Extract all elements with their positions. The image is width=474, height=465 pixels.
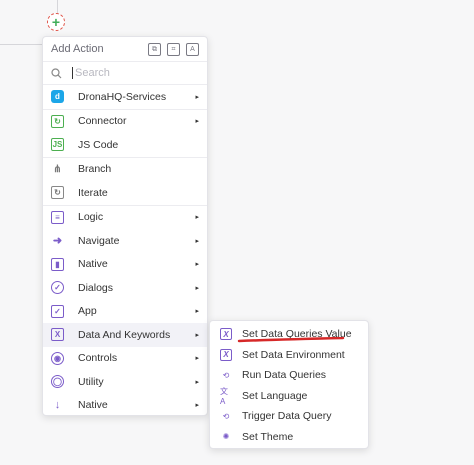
flow-connector-line <box>0 44 44 45</box>
menu-section: ↻ Connector ▸ JS JS Code <box>43 110 207 158</box>
menu-item-js-code[interactable]: JS JS Code <box>43 133 207 157</box>
utility-icon: ◯ <box>51 375 64 389</box>
iterate-icon: ↻ <box>51 186 64 200</box>
menu-item-native[interactable]: ↓ Native ▸ <box>43 394 207 416</box>
plus-icon: + <box>51 14 61 30</box>
add-action-node-button[interactable]: + <box>47 13 65 31</box>
menu-item-label: Connector <box>78 115 127 128</box>
menu-item-iterate[interactable]: ↻ Iterate <box>43 181 207 205</box>
chevron-right-icon: ▸ <box>195 284 199 292</box>
menu-item-label: Native <box>78 258 108 271</box>
js-icon: JS <box>51 138 64 152</box>
menu-header: Add Action ⧉ ⌗ A <box>43 37 207 62</box>
menu-title: Add Action <box>51 43 104 55</box>
menu-item-label: Branch <box>78 163 112 176</box>
menu-item-label: DronaHQ-Services <box>78 90 167 103</box>
menu-item-label: Controls <box>78 352 118 365</box>
data-keywords-icon: X <box>51 328 64 342</box>
menu-item-branch[interactable]: ⋔ Branch <box>43 158 207 182</box>
menu-item-logic[interactable]: ≡ Logic ▸ <box>43 206 207 230</box>
submenu-item-label: Set Theme <box>242 430 294 443</box>
menu-item-native[interactable]: ▮ Native ▸ <box>43 253 207 277</box>
translate-icon: 文A <box>220 386 228 406</box>
download-icon: ↓ <box>54 399 61 412</box>
menu-item-label: JS Code <box>78 138 119 151</box>
menu-item-dialogs[interactable]: ✓ Dialogs ▸ <box>43 276 207 300</box>
menu-item-app[interactable]: ✓ App ▸ <box>43 300 207 324</box>
branch-icon: ⋔ <box>53 163 62 175</box>
menu-item-label: Iterate <box>78 186 108 199</box>
chevron-right-icon: ▸ <box>195 402 199 410</box>
chevron-right-icon: ▸ <box>195 237 199 245</box>
submenu-item-label: Set Language <box>242 389 308 402</box>
logic-icon: ≡ <box>51 210 64 224</box>
controls-icon: ◉ <box>51 351 64 365</box>
submenu-item-trigger-data-query[interactable]: ⟲ Trigger Data Query <box>210 406 368 427</box>
search-icon <box>51 67 62 79</box>
menu-item-label: Data And Keywords <box>78 328 171 341</box>
menu-section: ≡ Logic ▸ ➜ Navigate ▸ ▮ Native ▸ ✓ Dialogs ▸ ✓ App ▸ X… <box>43 206 207 416</box>
chevron-right-icon: ▸ <box>195 261 199 269</box>
connector-icon: ↻ <box>51 114 64 128</box>
search-row <box>43 62 207 85</box>
menu-section: d DronaHQ-Services ▸ <box>43 85 207 110</box>
submenu-item-set-language[interactable]: 文A Set Language <box>210 386 368 407</box>
menu-item-dronahq-services[interactable]: d DronaHQ-Services ▸ <box>43 85 207 109</box>
red-underline-annotation <box>237 337 345 343</box>
menu-item-label: Navigate <box>78 234 120 247</box>
dialogs-icon: ✓ <box>51 281 64 295</box>
menu-item-navigate[interactable]: ➜ Navigate ▸ <box>43 229 207 253</box>
native-icon: ▮ <box>51 257 64 271</box>
text-icon[interactable]: A <box>186 42 199 56</box>
menu-item-label: Utility <box>78 375 104 388</box>
search-input[interactable] <box>72 67 185 79</box>
menu-item-data-and-keywords[interactable]: X Data And Keywords ▸ <box>43 323 207 347</box>
copy-icon[interactable]: ⧉ <box>148 42 161 56</box>
menu-section: ⋔ Branch ↻ Iterate <box>43 158 207 206</box>
chevron-right-icon: ▸ <box>195 378 199 386</box>
chevron-right-icon: ▸ <box>195 214 199 222</box>
add-action-menu: Add Action ⧉ ⌗ A d DronaHQ-Services ▸ ↻ Conn… <box>42 36 208 416</box>
submenu-item-label: Trigger Data Query <box>242 410 332 423</box>
submenu-item-set-theme[interactable]: ✺ Set Theme <box>210 427 368 448</box>
variable-icon: X <box>220 328 232 341</box>
menu-item-label: Native <box>78 399 108 412</box>
menu-item-label: Dialogs <box>78 281 114 294</box>
chevron-right-icon: ▸ <box>195 118 199 126</box>
chevron-right-icon: ▸ <box>195 331 199 339</box>
trigger-query-icon: ⟲ <box>222 411 230 421</box>
navigate-icon: ➜ <box>52 235 63 248</box>
variable-icon: X <box>220 348 232 361</box>
run-query-icon: ⟲ <box>222 370 230 380</box>
app-icon: ✓ <box>51 304 64 318</box>
menu-item-controls[interactable]: ◉ Controls ▸ <box>43 347 207 371</box>
submenu-item-set-data-environment[interactable]: X Set Data Environment <box>210 345 368 366</box>
menu-item-label: App <box>78 305 97 318</box>
dronahq-logo-icon: d <box>51 90 64 104</box>
submenu-item-run-data-queries[interactable]: ⟲ Run Data Queries <box>210 365 368 386</box>
submenu-item-label: Run Data Queries <box>242 369 327 382</box>
submenu-item-label: Set Data Environment <box>242 348 345 361</box>
chevron-right-icon: ▸ <box>195 93 199 101</box>
menu-item-label: Logic <box>78 211 104 224</box>
menu-item-utility[interactable]: ◯ Utility ▸ <box>43 370 207 394</box>
scan-icon[interactable]: ⌗ <box>167 42 180 56</box>
theme-icon: ✺ <box>222 432 230 442</box>
chevron-right-icon: ▸ <box>195 308 199 316</box>
menu-item-connector[interactable]: ↻ Connector ▸ <box>43 110 207 134</box>
chevron-right-icon: ▸ <box>195 355 199 363</box>
